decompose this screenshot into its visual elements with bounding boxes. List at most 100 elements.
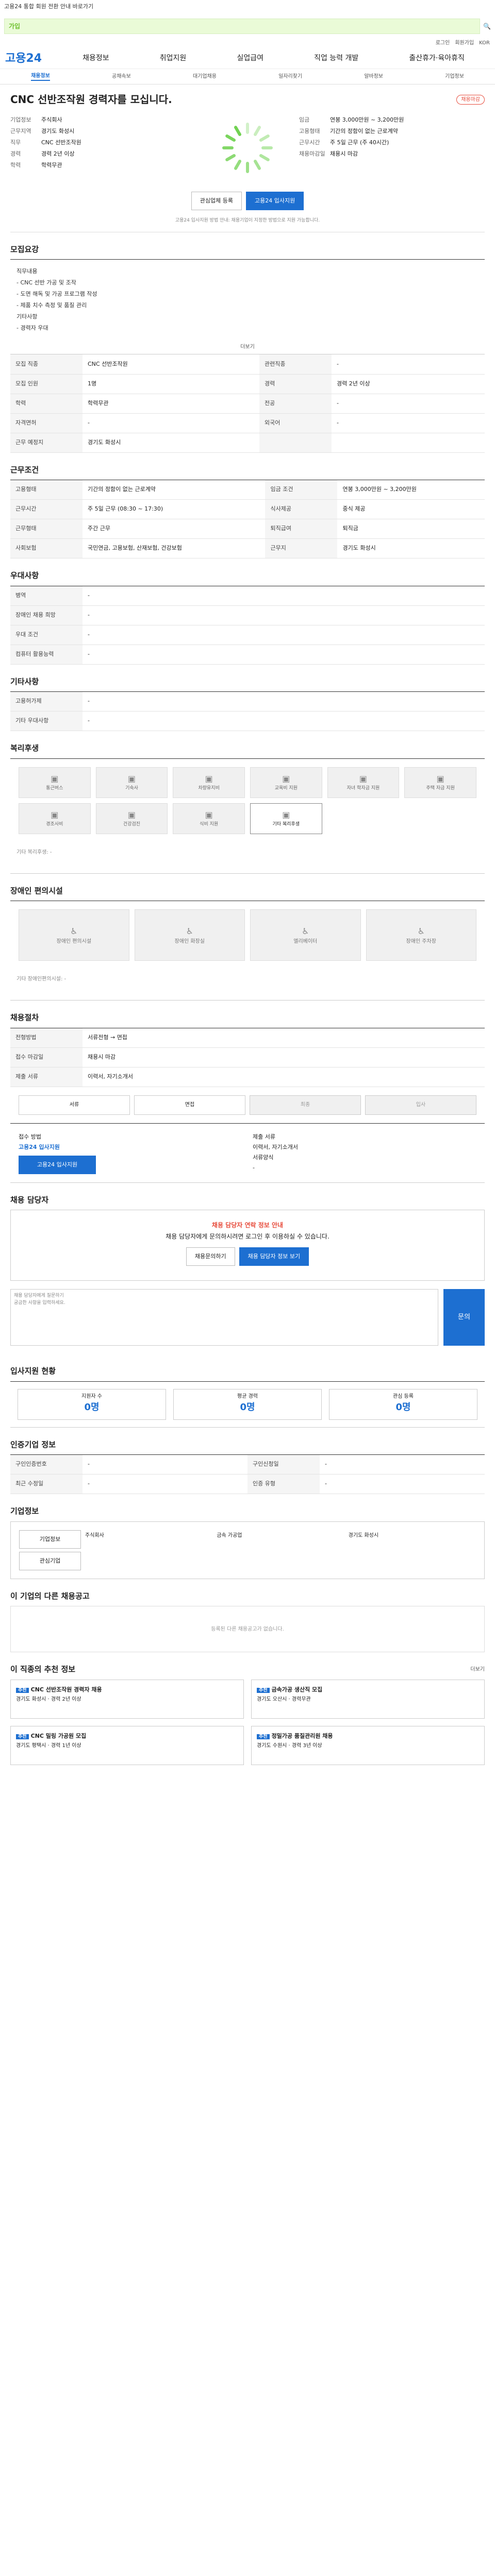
table-row: 병역 - [10,586,485,606]
table-row: 구인인증번호 - 구인신청일 - [10,1454,485,1475]
field-label: 직무 [10,139,21,146]
nav-item[interactable]: 실업급여 [237,53,263,64]
site-logo[interactable]: 고용24 [5,50,42,67]
section-title-text: 기업정보 [10,1506,39,1516]
process-step: 입사 [365,1095,476,1115]
table-header-cell: 자격면허 [10,413,82,433]
text-line: 직무내용 [16,268,38,275]
subnav-item[interactable]: 채용정보 [31,72,50,81]
table-header-cell: 학력 [10,394,82,414]
facility-item: ▣ 주택 자금 지원 [404,767,476,798]
process-step: 서류 [19,1095,130,1115]
apply-method: 고용24 입사지원 [19,1143,60,1150]
subnav-item[interactable]: 일자리찾기 [278,73,302,80]
search-icon[interactable]: 🔍 [483,22,491,31]
table-header-cell: 구인인증번호 [10,1454,82,1475]
nav-item[interactable]: 직업 능력 개발 [314,53,358,64]
sub-nav: 채용정보 공채속보 대기업채용 일자리찾기 알바정보 기업정보 [0,69,495,84]
table-header-cell: 식사제공 [265,499,338,519]
field-label: 근무시간 [299,139,320,146]
field-label: 고용형태 [299,128,320,134]
join-link[interactable]: 회원가입 [455,39,474,48]
subnav-item[interactable]: 기업정보 [445,73,464,80]
company-name[interactable]: 주식회사 [41,114,62,126]
section-title: 장애인 편의시설 [10,885,485,897]
lang-link[interactable]: KOR [479,39,490,48]
section-title-text: 우대사항 [10,571,39,580]
section-title-text: 근무조건 [10,465,39,474]
company-industry: 금속 가공업 [217,1532,242,1538]
login-link[interactable]: 로그인 [436,39,450,48]
apply-button-2[interactable]: 고용24 입사지원 [19,1155,96,1174]
spinner-bar [258,133,270,143]
section-title-text: 모집요강 [10,244,39,254]
table-cell: CNC 선반조작원 [82,354,259,375]
table-header-cell: 외국어 [259,413,332,433]
recommend-card[interactable]: 추천 정밀가공 품질관리원 채용 경기도 수원시 · 경력 3년 이상 [251,1725,485,1765]
job-titlebar: CNC 선반조작원 경력자를 모십니다. 채용마감 [10,84,485,111]
subnav-item[interactable]: 알바정보 [364,73,383,80]
table-header-cell: 장애인 채용 희망 [10,605,82,625]
disabled-extra: 기타 장애인편의시설: - [16,976,67,982]
apply-docs: 이력서, 자기소개서 [253,1143,298,1150]
table-cell: - [82,711,485,731]
table-cell: - [320,1454,485,1475]
card-tag: 추천 [16,1734,29,1739]
accessibility-icon: ♿ [70,926,78,936]
facility-icon: ▣ [359,773,368,784]
company-info-button[interactable]: 기업정보 [19,1530,81,1549]
section-title: 채용 담당자 [10,1194,485,1206]
text-line: - 제품 치수 측정 및 품질 관리 [16,302,87,309]
nav-item[interactable]: 채용정보 [82,53,109,64]
recommend-card[interactable]: 추천 금속가공 생산직 모집 경기도 오산시 · 경력무관 [251,1679,485,1719]
table-cell: 경기도 화성시 [337,538,485,558]
scrap-button[interactable]: 관심업체 등록 [191,192,242,210]
search-input[interactable]: 가입 [4,19,481,34]
stat-label: 평균 경력 [237,1393,258,1399]
company-address: 경기도 화성시 [348,1532,379,1538]
table-header-cell: 병역 [10,586,82,606]
top-notice[interactable]: 고용24 통합 회원 전환 안내 바로가기 [0,0,495,13]
table-cell: 국민연금, 고용보험, 산재보험, 건강보험 [82,538,266,558]
table-header-cell: 구인신청일 [248,1454,320,1475]
disabled-item: ♿ 장애인 화장실 [134,909,245,961]
stats-grid: 지원자 수 0명 평균 경력 0명 관심 등록 0명 [10,1381,485,1428]
section-title-text: 이 기업의 다른 채용공고 [10,1591,90,1601]
table-header-cell: 근무지 [265,538,338,558]
search-text: 가입 [9,23,21,30]
fav-company-button[interactable]: 관심기업 [19,1551,81,1570]
table-header-cell: 인증 유형 [248,1474,320,1494]
subnav-item[interactable]: 대기업채용 [193,73,217,80]
section-title-text: 인증기업 정보 [10,1439,56,1449]
subnav-item[interactable]: 공채속보 [112,73,131,80]
process-steps: 서류 면접 최종 입사 [10,1087,485,1123]
more-link[interactable]: 더보기 [470,1666,485,1673]
table-row: 고용형태 기간의 정함이 없는 근로계약 임금 조건 연봉 3,000만원 ~ 3,2… [10,480,485,500]
table-row: 근무 예정지 경기도 화성시 [10,433,485,453]
nav-item[interactable]: 출산휴가·육아휴직 [409,53,465,64]
apply-button[interactable]: 고용24 입사지원 [246,192,304,210]
recommend-card[interactable]: 추천 CNC 밀링 가공원 모집 경기도 평택시 · 경력 1년 이상 [10,1725,244,1765]
recommend-card[interactable]: 추천 CNC 선반조작원 경력자 채용 경기도 화성시 · 경력 2년 이상 [10,1679,244,1719]
table-row: 컴퓨터 활용능력 - [10,645,485,665]
section-title: 채용절차 [10,1012,485,1024]
table-header-cell: 임금 조건 [265,480,338,500]
qna-submit-button[interactable]: 문의 [443,1289,485,1346]
contact-box: 채용 담당자 연락 정보 안내 채용 담당자에게 문의하시려면 로그인 후 이용… [10,1210,485,1281]
contact-info-button[interactable]: 채용 담당자 정보 보기 [239,1247,309,1266]
nav-item[interactable]: 취업지원 [160,53,187,64]
table-header-cell: 전공 [259,394,332,414]
facility-item: ▣ 기타 복리후생 [250,803,322,834]
facility-item: ▣ 기숙사 [95,767,168,798]
stat-label: 지원자 수 [81,1393,102,1399]
more-link[interactable]: 더보기 [10,340,485,354]
table-cell: - [82,645,485,665]
stat-label: 관심 등록 [393,1393,414,1399]
inquiry-button[interactable]: 채용문의하기 [186,1247,235,1266]
card-title: 추천 CNC 선반조작원 경력자 채용 [16,1685,238,1695]
section-title: 모집요강 [10,244,485,256]
page-title: CNC 선반조작원 경력자를 모십니다. [10,93,172,106]
apply-info: 접수 방법 고용24 입사지원 고용24 입사지원 제출 서류 이력서, 자기소… [10,1123,485,1183]
field-label: 채용마감일 [299,150,325,157]
qna-input[interactable]: 채용 담당자에게 질문하기 궁금한 사항을 입력하세요. [10,1289,438,1346]
